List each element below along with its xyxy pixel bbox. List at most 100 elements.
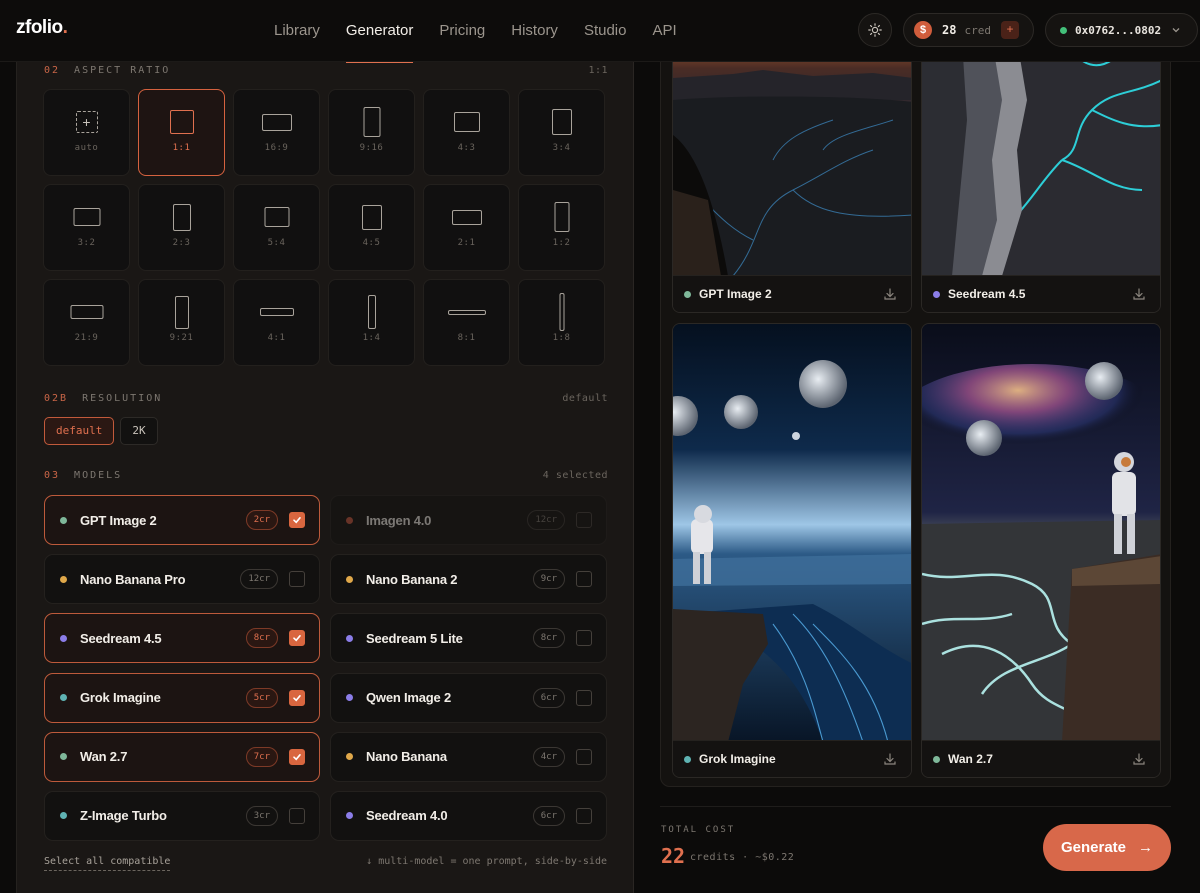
theme-toggle-button[interactable] — [858, 13, 892, 47]
aspect-ratio-option[interactable]: 4:1 — [233, 279, 320, 366]
aspect-ratio-option[interactable]: 9:16 — [328, 89, 415, 176]
nav-library[interactable]: Library — [261, 0, 333, 62]
aspect-ratio-option[interactable]: 5:4 — [233, 184, 320, 271]
aspect-ratio-label: auto — [74, 143, 99, 153]
result-card[interactable]: GPT Image 2 — [672, 40, 912, 313]
model-option[interactable]: Seedream 4.5 8cr — [44, 613, 320, 664]
nav-pricing[interactable]: Pricing — [426, 0, 498, 62]
generated-image[interactable] — [673, 40, 912, 276]
model-option[interactable]: GPT Image 2 2cr — [44, 495, 320, 545]
model-option[interactable]: Wan 2.7 7cr — [44, 731, 320, 782]
model-checkbox[interactable] — [289, 748, 305, 765]
ratio-shape-icon — [169, 110, 194, 134]
model-option[interactable]: Nano Banana 4cr — [330, 731, 607, 782]
result-card[interactable]: Wan 2.7 — [921, 323, 1161, 778]
aspect-ratio-option[interactable]: 3:2 — [43, 184, 130, 271]
result-card[interactable]: Grok Imagine — [672, 323, 912, 778]
model-option[interactable]: Imagen 4.0 12cr — [330, 495, 607, 545]
generated-image[interactable] — [922, 40, 1161, 276]
nav-studio[interactable]: Studio — [571, 0, 640, 62]
generate-button[interactable]: Generate → — [1043, 824, 1171, 871]
result-card-footer: Grok Imagine — [673, 740, 911, 777]
model-option[interactable]: Seedream 4.0 6cr — [330, 790, 607, 841]
nav-history[interactable]: History — [498, 0, 571, 62]
section-title: ASPECT RATIO — [74, 65, 171, 76]
aspect-ratio-label: 5:4 — [267, 238, 286, 248]
model-cost-badge: 4cr — [532, 746, 565, 767]
add-credits-button[interactable]: + — [1000, 21, 1019, 39]
credits-unit: cred — [964, 23, 991, 37]
download-icon[interactable] — [883, 752, 897, 766]
wallet-status-dot — [1060, 26, 1067, 34]
model-name: Grok Imagine — [80, 690, 161, 706]
aspect-ratio-option[interactable]: 8:1 — [423, 279, 510, 366]
download-icon[interactable] — [1132, 287, 1146, 301]
select-all-compatible-link[interactable]: Select all compatible — [44, 856, 171, 871]
model-option[interactable]: Qwen Image 2 6cr — [330, 672, 607, 723]
aspect-ratio-option[interactable]: 21:9 — [43, 279, 130, 366]
model-checkbox[interactable] — [289, 630, 305, 647]
model-checkbox[interactable] — [289, 571, 305, 588]
logo-text: zfolio — [16, 17, 63, 38]
model-checkbox[interactable] — [289, 807, 305, 824]
aspect-ratio-option[interactable]: 2:3 — [138, 184, 225, 271]
credits-balance[interactable]: $ 28 cred + — [903, 13, 1034, 47]
download-icon[interactable] — [1132, 752, 1146, 766]
model-checkbox[interactable] — [576, 571, 592, 588]
aspect-ratio-grid: + auto 1:1 16:9 9:16 4:3 3:4 3:2 2:3 5:4 4:5 2:1 1:2… — [43, 89, 605, 366]
aspect-ratio-option[interactable]: 16:9 — [233, 89, 320, 176]
aspect-ratio-option[interactable]: 2:1 — [423, 184, 510, 271]
resolution-header: 02B RESOLUTION default — [44, 393, 608, 404]
model-name: Z-Image Turbo — [80, 808, 167, 824]
main-nav: Library Generator Pricing History Studio… — [261, 0, 690, 63]
aspect-ratio-option[interactable]: 4:3 — [423, 89, 510, 176]
aspect-ratio-option[interactable]: 1:4 — [328, 279, 415, 366]
generated-image[interactable] — [673, 324, 912, 742]
result-card[interactable]: Seedream 4.5 — [921, 40, 1161, 313]
model-option[interactable]: Grok Imagine 5cr — [44, 672, 320, 723]
model-color-dot — [60, 634, 67, 642]
nav-generator[interactable]: Generator — [333, 0, 427, 63]
aspect-ratio-label: 16:9 — [264, 143, 289, 153]
nav-api[interactable]: API — [639, 0, 689, 62]
aspect-ratio-option[interactable]: 1:1 — [138, 89, 225, 176]
resolution-2k-button[interactable]: 2K — [120, 417, 158, 445]
model-checkbox[interactable] — [576, 689, 592, 706]
resolution-default-button[interactable]: default — [44, 417, 115, 445]
model-option[interactable]: Nano Banana 2 9cr — [330, 554, 607, 605]
section-number: 02B — [44, 393, 69, 404]
aspect-ratio-option[interactable]: 9:21 — [138, 279, 225, 366]
model-checkbox[interactable] — [576, 512, 592, 528]
aspect-ratio-label: 1:1 — [172, 143, 191, 153]
model-color-dot — [346, 516, 353, 524]
model-checkbox[interactable] — [576, 807, 592, 824]
model-checkbox[interactable] — [289, 689, 305, 706]
generated-image[interactable] — [922, 324, 1161, 742]
model-checkbox[interactable] — [289, 512, 305, 528]
aspect-ratio-label: 4:5 — [362, 238, 381, 248]
aspect-ratio-option[interactable]: 1:8 — [518, 279, 605, 366]
aspect-ratio-label: 4:1 — [267, 333, 286, 343]
aspect-ratio-option[interactable]: + auto — [43, 89, 130, 176]
aspect-ratio-option[interactable]: 1:2 — [518, 184, 605, 271]
credits-coin-icon: $ — [914, 21, 932, 39]
model-option[interactable]: Nano Banana Pro 12cr — [44, 554, 320, 605]
aspect-ratio-option[interactable]: 4:5 — [328, 184, 415, 271]
result-card-footer: GPT Image 2 — [673, 275, 911, 312]
check-icon — [293, 694, 301, 702]
model-checkbox[interactable] — [576, 748, 592, 765]
model-checkbox[interactable] — [576, 630, 592, 647]
download-icon[interactable] — [883, 287, 897, 301]
total-cost-unit: credits · ~$0.22 — [690, 852, 795, 863]
logo[interactable]: zfolio. — [16, 17, 68, 39]
aspect-ratio-option[interactable]: 3:4 — [518, 89, 605, 176]
result-model-name: Grok Imagine — [699, 752, 776, 766]
model-color-dot — [60, 753, 67, 761]
result-card-footer: Seedream 4.5 — [922, 275, 1160, 312]
model-option[interactable]: Z-Image Turbo 3cr — [44, 790, 320, 841]
model-option[interactable]: Seedream 5 Lite 8cr — [330, 613, 607, 664]
wallet-menu[interactable]: 0x0762...0802 — [1045, 13, 1198, 47]
aspect-ratio-header: 02 ASPECT RATIO 1:1 — [44, 65, 608, 76]
model-color-dot — [346, 753, 353, 761]
ratio-shape-icon — [264, 207, 289, 227]
